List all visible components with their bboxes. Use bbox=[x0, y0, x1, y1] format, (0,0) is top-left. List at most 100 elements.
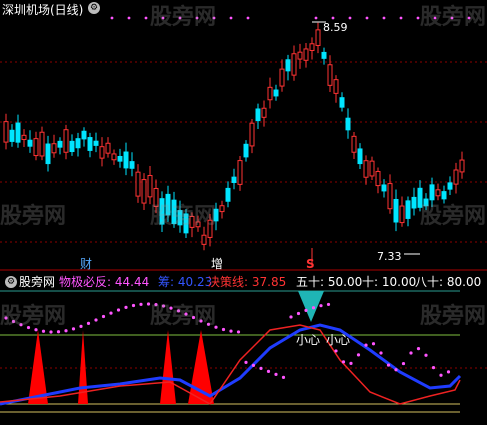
signal-dot bbox=[64, 329, 68, 333]
signal-dot bbox=[311, 306, 316, 310]
signal-dot bbox=[416, 16, 420, 20]
warning-label: 小心 bbox=[326, 333, 351, 347]
blue-line bbox=[0, 323, 462, 406]
candle-body bbox=[285, 59, 291, 72]
stock-chart-window: 深圳机场(日线) ⚙ 8.59 7.33 财 增 S ⚙ 股旁网 物极必反: 4… bbox=[0, 0, 487, 425]
candle-body bbox=[21, 134, 27, 140]
signal-dot bbox=[41, 329, 46, 333]
candle-body bbox=[411, 196, 417, 209]
candle-body bbox=[387, 183, 393, 210]
candle-body bbox=[129, 161, 135, 169]
watermark: 股旁网 bbox=[420, 5, 487, 30]
candle-body bbox=[351, 135, 357, 153]
candle-body bbox=[381, 184, 387, 192]
signal-dot bbox=[246, 16, 250, 20]
signal-dot bbox=[109, 311, 113, 315]
candle-body bbox=[111, 153, 117, 161]
signal-dot bbox=[274, 372, 278, 376]
signal-dot bbox=[386, 363, 391, 367]
candle-body bbox=[219, 205, 225, 213]
signal-dot bbox=[399, 16, 403, 20]
watermark: 股旁网 bbox=[150, 204, 217, 229]
indicator-value-wushi: 五十: 50.00 bbox=[296, 275, 363, 289]
candle-body bbox=[435, 189, 441, 197]
gear-icon[interactable]: ⚙ bbox=[5, 276, 17, 288]
watermark: 股旁网 bbox=[0, 204, 67, 229]
candle-body bbox=[249, 122, 255, 147]
candle-body bbox=[303, 48, 309, 61]
candle-body bbox=[345, 117, 351, 131]
signal-dot bbox=[94, 318, 98, 322]
candle-body bbox=[243, 143, 249, 158]
candle-body bbox=[3, 121, 9, 143]
chart-canvas[interactable] bbox=[0, 0, 487, 425]
candlestick-series bbox=[3, 21, 465, 266]
indicator-value-juecexian: 决策线: 37.85 bbox=[208, 275, 287, 289]
signal-dot bbox=[379, 351, 383, 355]
signal-dot bbox=[56, 330, 61, 334]
indicator-series bbox=[0, 291, 462, 406]
signal-dot bbox=[110, 16, 114, 20]
signal-dot bbox=[439, 373, 443, 377]
signal-dot bbox=[229, 16, 233, 20]
signal-dot bbox=[446, 370, 451, 374]
signal-dot bbox=[356, 353, 361, 357]
candle-body bbox=[375, 170, 381, 187]
candle-body bbox=[45, 143, 51, 165]
signal-dot bbox=[124, 305, 128, 310]
signal-dot bbox=[229, 329, 233, 333]
candle-body bbox=[339, 97, 345, 108]
signal-dot bbox=[281, 375, 286, 379]
candle-body bbox=[63, 129, 69, 153]
indicator-value-bashi: 八十: 80.00 bbox=[415, 275, 482, 289]
candle-body bbox=[117, 155, 123, 162]
candle-body bbox=[27, 139, 33, 147]
candle-body bbox=[9, 129, 15, 142]
indicator-value-wujibifan: 物极必反: 44.44 bbox=[59, 275, 150, 289]
gear-icon[interactable]: ⚙ bbox=[88, 2, 100, 14]
candle-body bbox=[69, 140, 75, 153]
candle-body bbox=[141, 179, 147, 204]
signal-dot bbox=[259, 366, 263, 370]
candle-body bbox=[75, 138, 81, 149]
signal-dot bbox=[49, 330, 53, 334]
candle-body bbox=[453, 169, 459, 185]
watermark: 股旁网 bbox=[420, 304, 487, 329]
signal-dot bbox=[365, 16, 369, 20]
signal-dot bbox=[71, 327, 76, 331]
candle-body bbox=[135, 171, 141, 197]
indicator-name: 股旁网 bbox=[19, 275, 56, 289]
candle-body bbox=[267, 86, 273, 101]
signal-dot bbox=[296, 311, 301, 316]
candle-body bbox=[273, 89, 279, 97]
signal-dot bbox=[251, 363, 256, 367]
candle-body bbox=[363, 160, 369, 178]
signal-dot bbox=[382, 16, 386, 20]
candle-body bbox=[261, 107, 267, 118]
signal-dot bbox=[289, 315, 293, 319]
signal-dot bbox=[139, 302, 143, 306]
signal-dot bbox=[314, 16, 318, 20]
signal-dot bbox=[319, 304, 323, 308]
candle-body bbox=[447, 182, 453, 190]
signal-dot bbox=[79, 324, 83, 328]
spike-bar bbox=[28, 330, 48, 404]
signal-dot bbox=[116, 308, 121, 312]
high-price-label: 8.59 bbox=[323, 21, 348, 34]
signal-dot bbox=[266, 369, 271, 373]
candle-body bbox=[429, 184, 435, 201]
warning-label: 小心 bbox=[296, 333, 321, 347]
candle-body bbox=[291, 53, 297, 76]
candle-body bbox=[99, 146, 105, 159]
signal-dot bbox=[334, 349, 338, 353]
signal-dot bbox=[394, 368, 398, 372]
signal-dot bbox=[431, 366, 436, 370]
signal-dot bbox=[348, 16, 352, 20]
low-price-label: 7.33 bbox=[377, 250, 402, 263]
candle-body bbox=[231, 176, 237, 183]
signal-dot bbox=[409, 351, 413, 355]
candle-body bbox=[147, 175, 153, 198]
signal-dot bbox=[127, 16, 131, 20]
candle-body bbox=[81, 130, 87, 140]
signal-dot bbox=[86, 321, 91, 325]
